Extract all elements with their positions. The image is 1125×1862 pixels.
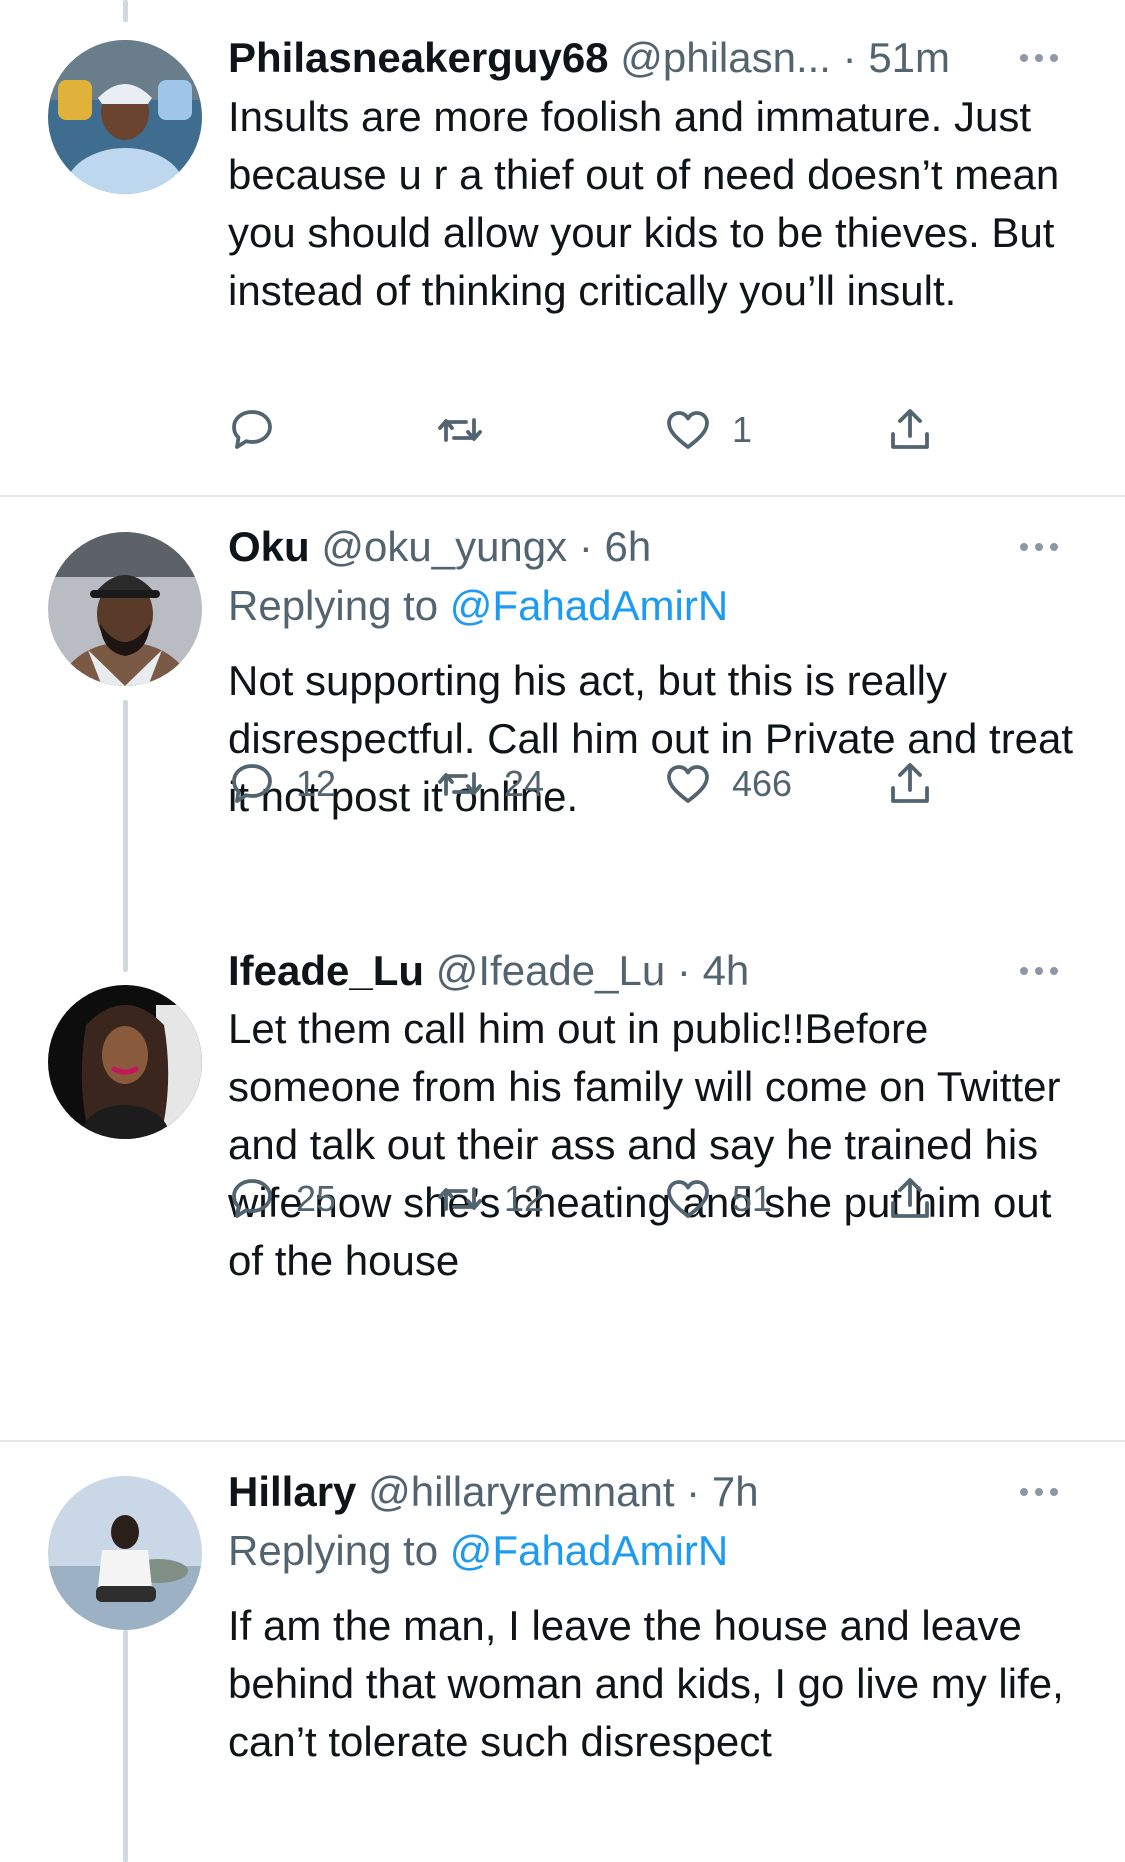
tweet-header: Philasneakerguy68 @philasn... · 51m [228, 28, 1078, 88]
retweet-icon [438, 1187, 482, 1211]
tweet-ifeade-lu[interactable]: Ifeade_Lu @Ifeade_Lu · 4h Let them call … [0, 947, 1125, 1440]
user-handle[interactable]: @philasn... [620, 34, 831, 81]
tweet-actions: 25 12 51 [228, 1169, 1008, 1229]
reply-button[interactable] [228, 400, 296, 460]
reply-icon [232, 764, 272, 803]
more-options-icon[interactable] [1020, 1462, 1058, 1522]
reply-button[interactable]: 25 [228, 1169, 336, 1229]
more-options-icon[interactable] [1020, 941, 1058, 1001]
tweet-text: If am the man, I leave the house and lea… [228, 1602, 1064, 1765]
heart-icon [667, 411, 709, 449]
timestamp[interactable]: 6h [605, 523, 652, 570]
retweet-icon [438, 772, 482, 796]
avatar[interactable] [48, 985, 202, 1139]
reply-icon [232, 410, 272, 449]
tweet-header: Ifeade_Lu @Ifeade_Lu · 4h [228, 941, 1078, 1001]
heart-icon [667, 1180, 709, 1218]
replying-to: Replying to @FahadAmirN [228, 1522, 1078, 1580]
replying-to-label: Replying to [228, 582, 439, 629]
avatar[interactable] [48, 1476, 202, 1630]
share-icon [891, 409, 929, 449]
like-count: 466 [732, 763, 793, 804]
separator-dot: · [842, 34, 857, 81]
user-handle[interactable]: @hillaryremnant [368, 1468, 674, 1515]
like-count: 51 [732, 1178, 773, 1219]
timestamp[interactable]: 51m [868, 34, 950, 81]
more-options-icon[interactable] [1020, 517, 1058, 577]
avatar-image [48, 1476, 202, 1630]
like-button[interactable]: 1 [664, 400, 752, 460]
separator-dot: · [686, 1468, 701, 1515]
share-button[interactable] [886, 754, 934, 814]
display-name[interactable]: Oku [228, 523, 310, 570]
reply-count: 12 [296, 763, 337, 804]
avatar[interactable] [48, 40, 202, 194]
reply-icon [232, 1179, 272, 1218]
more-options-icon[interactable] [1020, 28, 1058, 88]
like-button[interactable]: 466 [664, 754, 792, 814]
tweet-text: Let them call him out in public!!Before … [228, 1005, 1061, 1284]
tweet-actions: 1 [228, 400, 1008, 460]
like-button[interactable]: 51 [664, 1169, 772, 1229]
tweet-hillary[interactable]: Hillary @hillaryremnant · 7h Replying to… [0, 1442, 1125, 1862]
retweet-count: 12 [504, 1178, 545, 1219]
replying-to-label: Replying to [228, 1527, 439, 1574]
retweet-count: 24 [504, 763, 545, 804]
tweet-actions: 12 24 466 [228, 754, 1008, 814]
timestamp[interactable]: 4h [703, 947, 750, 994]
retweet-button[interactable] [436, 400, 504, 460]
share-icon [891, 1178, 929, 1218]
share-button[interactable] [886, 400, 934, 460]
retweet-button[interactable]: 24 [436, 754, 544, 814]
replying-to: Replying to @FahadAmirN [228, 577, 1078, 635]
avatar[interactable] [48, 532, 202, 686]
share-button[interactable] [886, 1169, 934, 1229]
user-handle[interactable]: @oku_yungx [321, 523, 567, 570]
retweet-button[interactable]: 12 [436, 1169, 544, 1229]
separator-dot: · [676, 947, 691, 994]
replying-to-mention[interactable]: @FahadAmirN [450, 582, 728, 629]
display-name[interactable]: Hillary [228, 1468, 356, 1515]
tweet-text: Insults are more foolish and immature. J… [228, 93, 1060, 314]
tweet-oku[interactable]: Oku @oku_yungx · 6h Replying to @FahadAm… [0, 497, 1125, 967]
tweet-header: Hillary @hillaryremnant · 7h [228, 1462, 1078, 1522]
separator-dot: · [578, 523, 593, 570]
avatar-image [48, 40, 202, 194]
avatar-image [48, 532, 202, 686]
reply-count: 25 [296, 1178, 337, 1219]
tweet-philasneakerguy68[interactable]: Philasneakerguy68 @philasn... · 51m Insu… [0, 0, 1125, 496]
share-icon [891, 763, 929, 803]
reply-button[interactable]: 12 [228, 754, 336, 814]
timestamp[interactable]: 7h [712, 1468, 759, 1515]
avatar-image [48, 985, 202, 1139]
heart-icon [667, 765, 709, 803]
retweet-icon [438, 418, 482, 442]
user-handle[interactable]: @Ifeade_Lu [436, 947, 665, 994]
display-name[interactable]: Ifeade_Lu [228, 947, 424, 994]
tweet-header: Oku @oku_yungx · 6h [228, 517, 1078, 577]
display-name[interactable]: Philasneakerguy68 [228, 34, 609, 81]
replying-to-mention[interactable]: @FahadAmirN [450, 1527, 728, 1574]
like-count: 1 [732, 409, 753, 450]
